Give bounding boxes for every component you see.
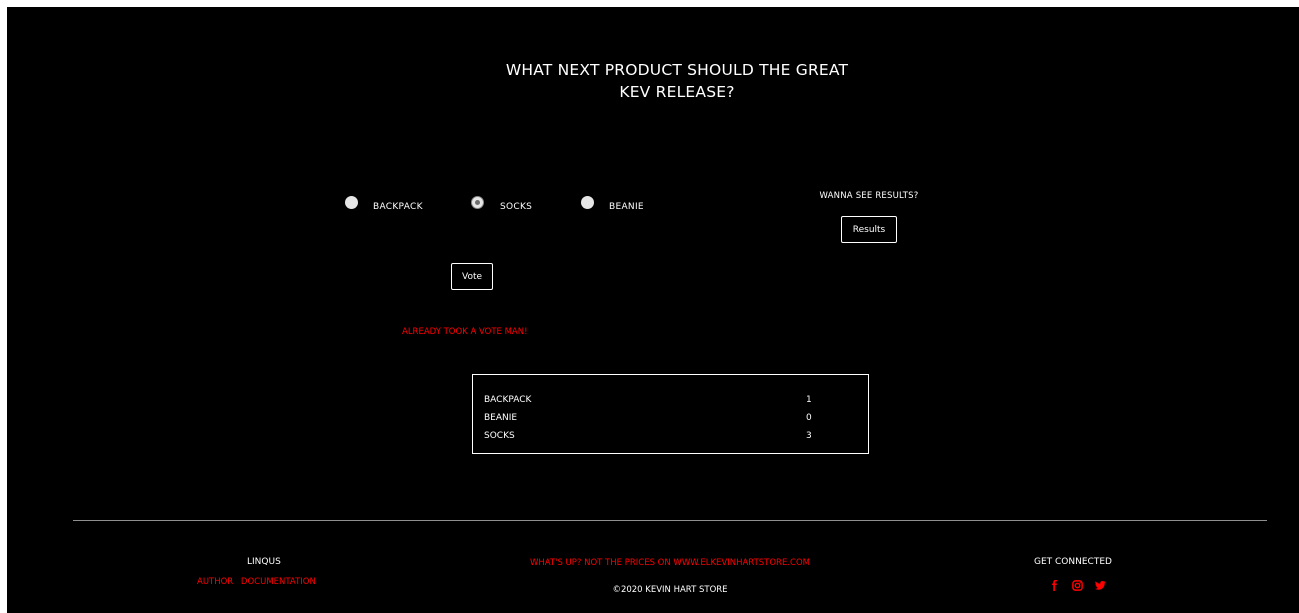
footer-divider [73, 520, 1267, 521]
twitter-icon[interactable] [1095, 580, 1106, 591]
result-name: BACKPACK [484, 395, 532, 405]
instagram-icon[interactable] [1072, 580, 1083, 591]
results-table: BACKPACK 1 BEANIE 0 SOCKS 3 [472, 374, 869, 454]
error-message: ALREADY TOOK A VOTE MAN! [402, 327, 528, 337]
radio-socks[interactable] [471, 196, 484, 209]
footer-links: AUTHOR DOCUMENTATION [197, 577, 321, 587]
vote-button[interactable]: Vote [451, 263, 493, 290]
footer-copyright: ©2020 KEVIN HART STORE [612, 585, 728, 595]
radio-beanie[interactable] [581, 196, 594, 209]
documentation-link[interactable]: DOCUMENTATION [241, 577, 316, 587]
poll-title-line-1: WHAT NEXT PRODUCT SHOULD THE GREAT [505, 61, 849, 79]
result-count: 0 [806, 413, 812, 423]
option-label-backpack: BACKPACK [373, 202, 423, 212]
result-row: BEANIE 0 [484, 413, 864, 429]
page: WHAT NEXT PRODUCT SHOULD THE GREAT KEV R… [7, 7, 1299, 613]
footer-links-heading: LINQUS [247, 557, 281, 567]
result-name: BEANIE [484, 413, 518, 423]
footer-tagline: WHAT'S UP? NOT THE PRICES ON WWW.ELKEVIN… [529, 558, 810, 568]
option-label-socks: SOCKS [500, 202, 533, 212]
result-name: SOCKS [484, 431, 515, 441]
facebook-icon[interactable] [1049, 580, 1060, 591]
radio-backpack[interactable] [345, 196, 358, 209]
results-button[interactable]: Results [841, 216, 897, 243]
social-icons [1049, 575, 1113, 591]
results-prompt: WANNA SEE RESULTS? [819, 191, 919, 201]
result-row: SOCKS 3 [484, 431, 864, 447]
result-count: 1 [806, 395, 812, 405]
social-heading: GET CONNECTED [1034, 557, 1112, 567]
result-count: 3 [806, 431, 812, 441]
author-link[interactable]: AUTHOR [197, 577, 233, 587]
poll-title: WHAT NEXT PRODUCT SHOULD THE GREAT KEV R… [477, 59, 877, 103]
result-row: BACKPACK 1 [484, 395, 864, 411]
poll-title-line-2: KEV RELEASE? [619, 83, 735, 101]
option-label-beanie: BEANIE [609, 202, 644, 212]
